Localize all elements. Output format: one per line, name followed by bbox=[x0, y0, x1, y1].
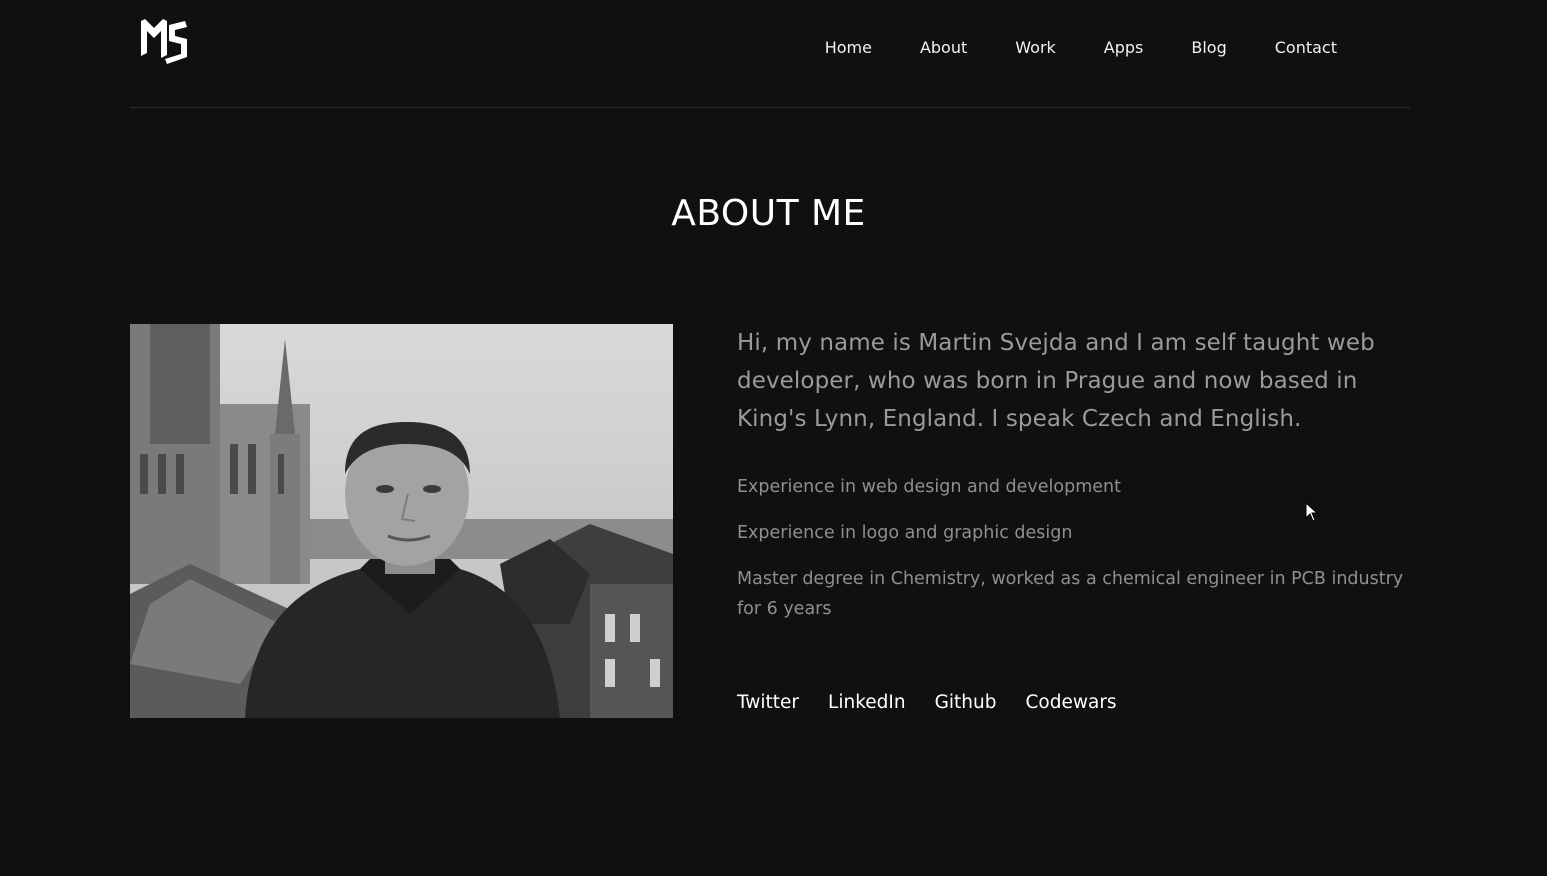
nav-contact[interactable]: Contact bbox=[1275, 38, 1337, 58]
intro-text: Hi, my name is Martin Svejda and I am se… bbox=[737, 330, 1375, 432]
nav-about[interactable]: About bbox=[920, 38, 967, 58]
nav-home[interactable]: Home bbox=[825, 38, 872, 58]
fact-item: Master degree in Chemistry, worked as a … bbox=[737, 569, 1404, 619]
nav-work[interactable]: Work bbox=[1015, 38, 1056, 58]
mouse-cursor-icon bbox=[1305, 502, 1319, 522]
profile-photo bbox=[130, 324, 673, 718]
page-title: ABOUT ME bbox=[671, 193, 866, 234]
codewars-link[interactable]: Codewars bbox=[1026, 690, 1117, 716]
social-links: Twitter LinkedIn Github Codewars bbox=[737, 690, 1146, 716]
ms-logo-icon[interactable] bbox=[141, 19, 189, 64]
main-nav: Home About Work Apps Blog Contact bbox=[777, 38, 1337, 58]
github-link[interactable]: Github bbox=[935, 690, 997, 716]
nav-blog[interactable]: Blog bbox=[1191, 38, 1226, 58]
about-page: Home About Work Apps Blog Contact ABOUT … bbox=[0, 0, 1547, 876]
nav-apps[interactable]: Apps bbox=[1104, 38, 1144, 58]
bio-section: Hi, my name is Martin Svejda and I am se… bbox=[737, 324, 1407, 640]
twitter-link[interactable]: Twitter bbox=[737, 690, 799, 716]
facts-list: Experience in web design and development… bbox=[737, 472, 1407, 624]
linkedin-link[interactable]: LinkedIn bbox=[828, 690, 906, 716]
site-header: Home About Work Apps Blog Contact bbox=[130, 0, 1410, 108]
fact-item: Experience in logo and graphic design bbox=[737, 523, 1073, 543]
fact-item: Experience in web design and development bbox=[737, 477, 1121, 497]
